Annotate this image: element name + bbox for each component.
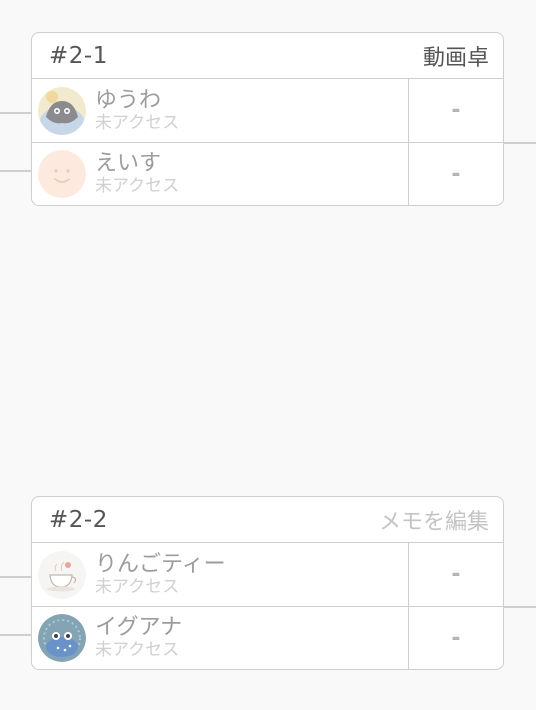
player-status: 未アクセス [95, 576, 180, 597]
player-row[interactable]: りんごティー 未アクセス - [32, 543, 503, 606]
teacup-avatar [38, 550, 86, 599]
player-info: えいす 未アクセス [32, 143, 409, 205]
player-name: えいす [95, 151, 162, 176]
player-status: 未アクセス [95, 640, 180, 660]
player-info: ゆうわ 未アクセス [32, 79, 409, 142]
player-score[interactable]: - [409, 79, 503, 142]
player-info: りんごティー 未アクセス [32, 543, 409, 606]
bracket-line-out-2 [504, 606, 536, 608]
match-card-2-2[interactable]: #2-2 メモを編集 りんごティー 未アクセス - イグアナ 未アクセス - [31, 496, 504, 670]
bracket-line-in-4 [0, 634, 31, 636]
iguana-avatar [38, 614, 86, 662]
bracket-line-out-1 [504, 142, 536, 144]
player-row[interactable]: イグアナ 未アクセス - [32, 606, 503, 669]
player-info: イグアナ 未アクセス [32, 607, 409, 669]
bracket-line-in-1 [0, 112, 31, 114]
player-score[interactable]: - [409, 607, 503, 669]
player-status: 未アクセス [95, 112, 180, 133]
match-memo[interactable]: 動画卓 [423, 40, 489, 72]
player-name: イグアナ [95, 615, 183, 640]
match-id: #2-2 [49, 506, 108, 533]
player-row[interactable]: ゆうわ 未アクセス - [32, 79, 503, 142]
player-status: 未アクセス [95, 176, 180, 196]
player-name: ゆうわ [95, 87, 162, 113]
bracket-line-in-2 [0, 170, 31, 172]
player-row[interactable]: えいす 未アクセス - [32, 142, 503, 205]
dark-creature-avatar [38, 86, 86, 135]
player-score[interactable]: - [409, 143, 503, 205]
match-card-2-1[interactable]: #2-1 動画卓 ゆうわ 未アクセス - えいす 未アクセス - [31, 32, 504, 206]
match-header: #2-2 メモを編集 [32, 497, 503, 543]
bracket-line-in-3 [0, 576, 31, 578]
player-name: りんごティー [95, 551, 226, 577]
player-score[interactable]: - [409, 543, 503, 606]
edit-memo-link[interactable]: メモを編集 [379, 504, 489, 536]
match-id: #2-1 [49, 42, 108, 69]
match-header: #2-1 動画卓 [32, 33, 503, 79]
smiley-face-avatar [38, 150, 86, 198]
